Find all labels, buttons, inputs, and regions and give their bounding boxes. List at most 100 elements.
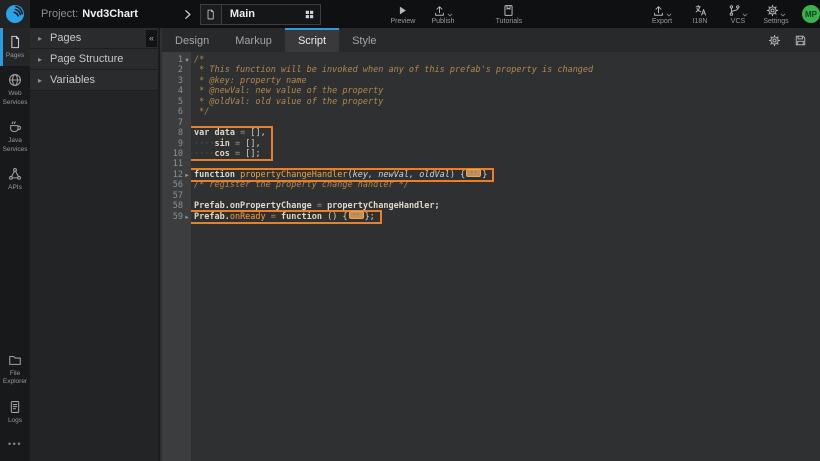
i18n-icon [694,4,707,17]
tab-markup[interactable]: Markup [222,28,285,52]
vcs-button[interactable]: VCS [724,0,752,28]
code-token: } [482,170,487,180]
code-line-3[interactable]: * @key: property name [191,76,820,86]
code-token: () { [322,212,348,222]
settings-button[interactable]: Settings [762,0,790,28]
code-token: Prefab.onPropertyChange [194,201,312,211]
gutter-line-1: 1▾ [162,55,191,65]
code-line-2[interactable]: * This function will be invoked when any… [191,65,820,75]
code-line-5[interactable]: * @oldVal: old value of the property [191,97,820,107]
editor-tabs: DesignMarkupScriptStyle [162,28,390,52]
grid-icon [304,9,315,20]
code-line-11[interactable] [191,159,820,169]
fold-collapsed-icon[interactable]: ▸ [183,212,191,222]
publish-button[interactable]: Publish [429,0,457,28]
code-token: = [266,212,281,222]
gutter-line-8: 8 [162,128,191,138]
editor-area: DesignMarkupScriptStyle 1▾23456789101112… [162,28,820,461]
page-selector[interactable]: Main [200,4,321,25]
script-settings-button[interactable] [768,34,781,47]
tab-script[interactable]: Script [285,28,339,52]
wavemaker-logo-icon [4,3,26,25]
code-line-59[interactable]: Prefab.onReady = function () {··}; [191,212,375,222]
save-button[interactable] [794,34,807,47]
code-token: ) { [450,170,465,180]
button-label: Export [652,18,672,25]
code-token: sin [214,139,229,149]
activity-item-web-services[interactable]: Web Services [0,66,30,113]
button-label: Settings [763,18,788,25]
code-line-8[interactable]: var data = [], [191,128,266,138]
collapse-panel-button[interactable]: « [146,30,157,47]
fold-open-icon[interactable]: ▾ [183,55,191,65]
app-logo[interactable] [0,0,30,28]
code-token: = [235,128,250,138]
fold-gutter-space [183,76,191,86]
tab-style[interactable]: Style [339,28,389,52]
activity-item-java-services[interactable]: Java Services [0,113,30,160]
activity-item-pages[interactable]: Pages [0,28,30,66]
code-line-56[interactable]: /* register the property change handler … [191,180,820,190]
code-line-57[interactable] [191,191,820,201]
code-line-6[interactable]: */ [191,107,820,117]
code-line-1[interactable]: /* [191,55,820,65]
folded-code-widget[interactable]: ·· [349,211,364,219]
fold-gutter-space [183,180,191,190]
code-token: propertyChangeHandler; [327,201,440,211]
fold-gutter-space [183,118,191,128]
avatar[interactable]: MP [802,5,820,23]
caret-right-icon: ▸ [30,34,50,43]
tab-design[interactable]: Design [162,28,222,52]
editor-gutter: 1▾23456789101112▸56575859▸ [162,52,191,461]
sidebar-section-pages[interactable]: ▸Pages« [30,28,158,49]
code-line-4[interactable]: * @newVal: new value of the property [191,86,820,96]
apis-icon [8,167,22,181]
button-label: VCS [731,18,745,25]
more-options-button[interactable]: ••• [0,431,30,461]
gutter-line-11: 11 [162,159,191,169]
fold-gutter-space [183,149,191,159]
activity-item-logs[interactable]: Logs [0,393,30,431]
page-selector-label: Main [230,8,300,20]
tutorials-button[interactable]: Tutorials [495,0,523,28]
gutter-line-5: 5 [162,97,191,107]
activity-item-label: Web Services [0,90,30,107]
gutter-line-57: 57 [162,191,191,201]
code-token: function [281,212,322,222]
code-token: * @oldVal: old value of the property [194,97,383,107]
file-explorer-icon [8,353,22,367]
code-token: * This function will be invoked when any… [194,65,593,75]
sidebar-section-variables[interactable]: ▸Variables [30,70,158,91]
export-button[interactable]: Export [648,0,676,28]
fold-collapsed-icon[interactable]: ▸ [183,170,191,180]
code-editor[interactable]: 1▾23456789101112▸56575859▸ /* * This fun… [162,52,820,461]
chevron-right-icon[interactable] [182,9,193,20]
code-token: propertyChangeHandler [240,170,347,180]
code-token: onReady [230,212,266,222]
gutter-line-3: 3 [162,76,191,86]
activity-item-file-explorer[interactable]: File Explorer [0,346,30,393]
code-highlight-box: function propertyChangeHandler(key, newV… [191,170,492,180]
code-line-9[interactable]: ····sin = [], [191,139,266,149]
line-number: 59 [173,212,183,222]
code-token: ···· [194,139,214,149]
sidebar-section-page-structure[interactable]: ▸Page Structure [30,49,158,70]
folded-code-widget[interactable]: ·· [466,169,481,177]
code-line-7[interactable] [191,118,820,128]
i18n-button[interactable]: I18N [686,0,714,28]
topbar-actions-left: Preview Publish Tutorials [389,0,523,28]
code-token: []; [245,149,260,159]
activity-item-apis[interactable]: APIs [0,160,30,198]
fold-gutter-space [183,65,191,75]
code-line-10[interactable]: ····cos = []; [191,149,266,159]
project-title: Project:Nvd3Chart [41,8,138,20]
code-token: key, newVal, oldVal [353,170,450,180]
code-content[interactable]: /* * This function will be invoked when … [191,52,820,461]
sidebar-panel: ▸Pages«▸Page Structure▸Variables [30,28,160,461]
code-line-58[interactable]: Prefab.onPropertyChange = propertyChange… [191,201,820,211]
preview-button[interactable]: Preview [389,0,417,28]
code-token: function [194,170,235,180]
activity-item-label: APIs [8,184,22,192]
grid-icon[interactable] [300,9,320,20]
code-line-12[interactable]: function propertyChangeHandler(key, newV… [191,170,487,180]
